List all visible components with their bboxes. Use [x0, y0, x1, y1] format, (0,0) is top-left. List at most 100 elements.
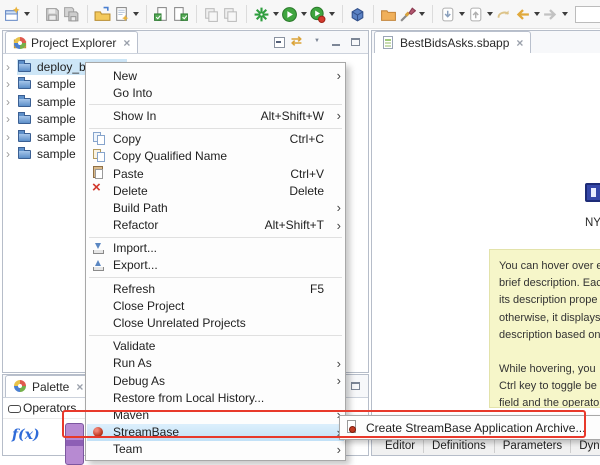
previous-annotation-icon[interactable]: [466, 5, 485, 24]
context-menu-item[interactable]: Run As: [87, 355, 344, 372]
debug-dropdown-icon[interactable]: [271, 5, 280, 24]
context-menu-item[interactable]: [87, 125, 344, 131]
menu-item-icon: [91, 241, 108, 256]
paste-disabled-icon[interactable]: [221, 5, 240, 24]
note-line: description based on: [499, 327, 600, 344]
run-dropdown-icon[interactable]: [299, 5, 308, 24]
new-project-icon[interactable]: [348, 5, 367, 24]
open-command-icon[interactable]: [93, 5, 112, 24]
format-brush-icon[interactable]: [398, 5, 417, 24]
project-icon: [17, 77, 34, 91]
context-menu-item[interactable]: Go Into: [87, 84, 344, 101]
minimize-icon[interactable]: [329, 34, 346, 50]
input-stream-component[interactable]: [585, 183, 600, 202]
maximize-icon[interactable]: [348, 34, 365, 50]
forward-icon[interactable]: [541, 5, 560, 24]
next-annotation-icon[interactable]: [438, 5, 457, 24]
context-menu-item[interactable]: Maven: [87, 406, 344, 423]
typecheck-icon[interactable]: [152, 5, 171, 24]
context-menu-item[interactable]: StreamBase: [87, 424, 344, 441]
back-icon[interactable]: [513, 5, 532, 24]
close-icon[interactable]: [516, 36, 523, 50]
new-application-icon[interactable]: [112, 5, 131, 24]
tab-project-explorer[interactable]: Project Explorer: [5, 31, 138, 53]
tab-palette[interactable]: Palette: [5, 375, 91, 397]
undo-icon[interactable]: [494, 5, 513, 24]
chevron-right-icon[interactable]: [6, 78, 17, 90]
context-menu-item[interactable]: [87, 332, 344, 338]
next-annotation-dropdown-icon[interactable]: [457, 5, 466, 24]
new-application-dropdown-icon[interactable]: [131, 5, 140, 24]
context-menu-item[interactable]: Show In Alt+Shift+W: [87, 107, 344, 124]
context-menu-item[interactable]: Restore from Local History...: [87, 389, 344, 406]
project-name: sample: [34, 147, 76, 161]
context-menu-item[interactable]: Close Project: [87, 297, 344, 314]
toolbar-separator: [31, 5, 38, 23]
run-application-icon[interactable]: [280, 5, 299, 24]
context-menu-item[interactable]: Build Path: [87, 199, 344, 216]
context-menu-item[interactable]: Team: [87, 441, 344, 458]
previous-annotation-dropdown-icon[interactable]: [485, 5, 494, 24]
back-dropdown-icon[interactable]: [532, 5, 541, 24]
context-menu-item[interactable]: [87, 101, 344, 107]
note-line: Ctrl key to toggle be: [499, 378, 600, 395]
maximize-icon[interactable]: [348, 378, 365, 394]
description-tooltip: You can hover over ebrief description. E…: [489, 249, 600, 408]
save-icon[interactable]: [43, 5, 62, 24]
chevron-right-icon[interactable]: [6, 113, 17, 125]
collapse-all-icon[interactable]: [272, 34, 289, 50]
editor-panel: BestBidsAsks.sbapp NY You can hover over…: [371, 30, 600, 456]
operators-drawer-icon: [7, 402, 23, 415]
palette-title: Palette: [32, 380, 69, 394]
context-menu-item[interactable]: Copy Qualified Name: [87, 148, 344, 165]
link-with-editor-icon[interactable]: [291, 34, 308, 50]
context-menu: New Go Into Show In Alt+Shift+W: [85, 62, 346, 461]
open-folder-icon[interactable]: [379, 5, 398, 24]
typecheck-project-icon[interactable]: [171, 5, 190, 24]
chevron-right-icon[interactable]: [6, 148, 17, 160]
view-menu-icon[interactable]: [310, 34, 327, 50]
context-menu-item[interactable]: Export...: [87, 257, 344, 274]
new-wizard-dropdown-icon[interactable]: [22, 5, 31, 24]
context-menu-item[interactable]: Close Unrelated Projects: [87, 314, 344, 331]
debug-fragment-icon[interactable]: [252, 5, 271, 24]
palette-item-fx[interactable]: f(x): [12, 427, 40, 443]
context-menu-item[interactable]: [87, 274, 344, 280]
editor-bottom-tab[interactable]: Dynamic V: [571, 440, 600, 453]
context-menu-item[interactable]: Refresh F5: [87, 280, 344, 297]
format-brush-dropdown-icon[interactable]: [417, 5, 426, 24]
editor-canvas[interactable]: NY You can hover over ebrief description…: [372, 53, 600, 438]
chevron-right-icon[interactable]: [6, 96, 17, 108]
context-menu-item[interactable]: Debug As: [87, 372, 344, 389]
menu-item-icon: [91, 407, 108, 422]
context-menu-item[interactable]: Import...: [87, 240, 344, 257]
context-menu-item[interactable]: Validate: [87, 338, 344, 355]
close-icon[interactable]: [76, 380, 83, 394]
tab-bestbidsasks[interactable]: BestBidsAsks.sbapp: [374, 31, 531, 53]
context-menu-item[interactable]: New: [87, 67, 344, 84]
context-menu-item[interactable]: Paste Ctrl+V: [87, 165, 344, 182]
editor-bottom-tab[interactable]: Definitions: [424, 440, 495, 453]
palette-icon: [13, 379, 28, 394]
trace-run-dropdown-icon[interactable]: [327, 5, 336, 24]
chevron-right-icon[interactable]: [6, 131, 17, 143]
editor-bottom-tab[interactable]: Editor: [377, 440, 424, 453]
submenu-arrow-icon: [333, 357, 341, 370]
quick-access-box[interactable]: [575, 6, 600, 23]
close-icon[interactable]: [123, 36, 130, 50]
sbapp-file-icon: [382, 35, 396, 50]
trace-run-icon[interactable]: [308, 5, 327, 24]
copy-disabled-icon[interactable]: [202, 5, 221, 24]
palette-item-operator-icon[interactable]: [65, 423, 84, 465]
context-menu-item[interactable]: Refactor Alt+Shift+T: [87, 217, 344, 234]
chevron-right-icon[interactable]: [6, 61, 17, 73]
context-menu-item[interactable]: [87, 234, 344, 240]
new-wizard-icon[interactable]: [3, 5, 22, 24]
context-menu-item[interactable]: Copy Ctrl+C: [87, 131, 344, 148]
note-line: otherwise, it displays: [499, 310, 600, 327]
context-menu-item[interactable]: Delete Delete: [87, 182, 344, 199]
save-all-icon[interactable]: [62, 5, 81, 24]
editor-bottom-tab[interactable]: Parameters: [495, 440, 571, 453]
submenu-item[interactable]: Create StreamBase Application Archive...: [340, 418, 600, 437]
forward-dropdown-icon[interactable]: [560, 5, 569, 24]
